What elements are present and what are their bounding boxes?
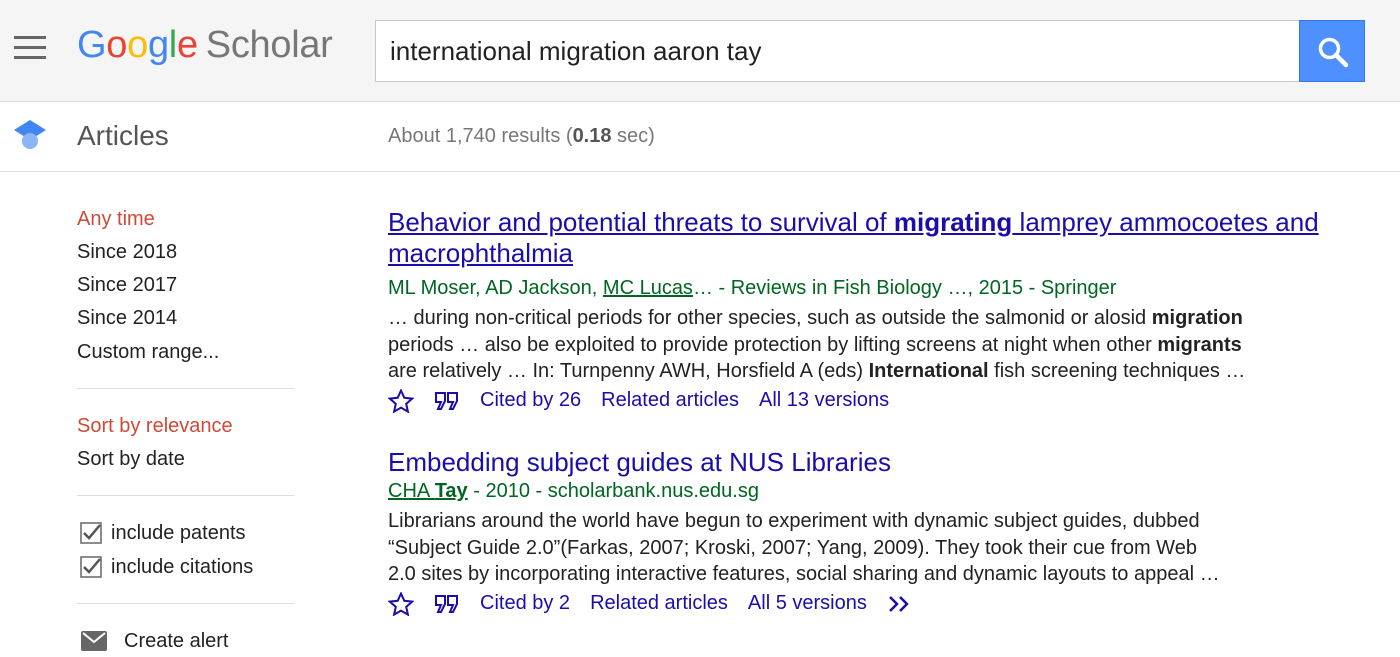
search-box — [375, 20, 1299, 82]
result-snippet: … during non-critical periods for other … — [388, 307, 1246, 382]
author-link[interactable]: MC Lucas — [603, 277, 693, 299]
more-double-chevron-icon[interactable] — [887, 594, 913, 614]
filter-since-2018[interactable]: Since 2018 — [77, 241, 177, 264]
sidebar-divider — [77, 603, 294, 604]
envelope-icon — [81, 631, 107, 651]
result-actions: Cited by 2 Related articles All 5 versio… — [388, 591, 1398, 616]
sidebar-divider — [77, 388, 294, 389]
all-versions-link[interactable]: All 5 versions — [748, 592, 867, 615]
result-title-link[interactable]: Behavior and potential threats to surviv… — [388, 207, 1398, 269]
search-icon — [1318, 37, 1349, 68]
filter-custom-range[interactable]: Custom range... — [77, 341, 219, 364]
include-patents-label[interactable]: include patents — [111, 522, 246, 545]
search-button[interactable] — [1299, 20, 1365, 82]
filter-since-2014[interactable]: Since 2014 — [77, 307, 177, 330]
result-stats: About 1,740 results (0.18 sec) — [388, 125, 655, 147]
author-link[interactable]: CHA Tay — [388, 480, 468, 502]
search-result: Embedding subject guides at NUS Librarie… — [388, 447, 1398, 616]
search-result: Behavior and potential threats to surviv… — [388, 207, 1398, 413]
include-patents-checkbox[interactable] — [80, 522, 102, 544]
result-meta: CHA Tay - 2010 - scholarbank.nus.edu.sg — [388, 480, 759, 502]
google-scholar-logo[interactable]: Google Scholar — [77, 24, 333, 67]
save-star-icon[interactable] — [388, 388, 414, 413]
cite-quote-icon[interactable] — [434, 391, 460, 411]
graduation-cap-icon — [14, 120, 46, 149]
include-citations-label[interactable]: include citations — [111, 556, 253, 579]
filter-any-time[interactable]: Any time — [77, 208, 155, 231]
sidebar-divider — [77, 495, 294, 496]
cited-by-link[interactable]: Cited by 2 — [480, 592, 570, 615]
cited-by-link[interactable]: Cited by 26 — [480, 389, 581, 412]
search-input[interactable] — [376, 21, 1299, 81]
result-snippet: Librarians around the world have begun t… — [388, 510, 1220, 585]
header-bar: Google Scholar — [0, 0, 1400, 102]
logo-scholar-text: Scholar — [205, 24, 333, 66]
create-alert-link[interactable]: Create alert — [124, 630, 229, 653]
sort-by-relevance[interactable]: Sort by relevance — [77, 415, 233, 438]
cite-quote-icon[interactable] — [434, 594, 460, 614]
save-star-icon[interactable] — [388, 591, 414, 616]
filter-since-2017[interactable]: Since 2017 — [77, 274, 177, 297]
related-articles-link[interactable]: Related articles — [590, 592, 728, 615]
result-title-link[interactable]: Embedding subject guides at NUS Librarie… — [388, 447, 1398, 478]
result-meta: ML Moser, AD Jackson, MC Lucas… - Review… — [388, 277, 1117, 299]
include-citations-checkbox[interactable] — [80, 556, 102, 578]
related-articles-link[interactable]: Related articles — [601, 389, 739, 412]
section-title: Articles — [77, 120, 169, 151]
menu-icon[interactable] — [14, 36, 46, 60]
sort-by-date[interactable]: Sort by date — [77, 448, 185, 471]
all-versions-link[interactable]: All 13 versions — [759, 389, 889, 412]
result-actions: Cited by 26 Related articles All 13 vers… — [388, 388, 1398, 413]
subheader-bar — [0, 102, 1400, 172]
